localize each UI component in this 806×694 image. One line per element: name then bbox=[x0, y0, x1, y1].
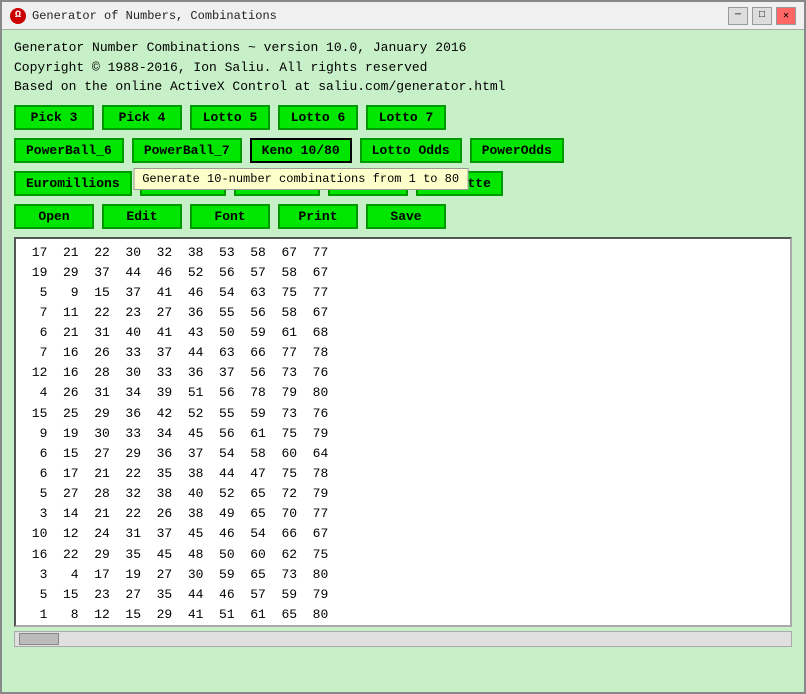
table-row: 6 15 27 29 36 37 54 58 60 64 bbox=[24, 444, 782, 464]
table-row: 17 21 22 30 32 38 53 58 67 77 bbox=[24, 243, 782, 263]
table-row: 12 16 28 30 33 36 37 56 73 76 bbox=[24, 363, 782, 383]
button-row-4: Open Edit Font Print Save bbox=[2, 200, 804, 233]
lotto-odds-button[interactable]: Lotto Odds bbox=[360, 138, 462, 163]
font-button[interactable]: Font bbox=[190, 204, 270, 229]
print-button[interactable]: Print bbox=[278, 204, 358, 229]
table-row: 5 27 28 32 38 40 52 65 72 79 bbox=[24, 484, 782, 504]
title-bar-buttons: ─ □ ✕ bbox=[728, 7, 796, 25]
table-row: 6 17 21 22 35 38 44 47 75 78 bbox=[24, 464, 782, 484]
save-button[interactable]: Save bbox=[366, 204, 446, 229]
table-row: 15 25 29 36 42 52 55 59 73 76 bbox=[24, 404, 782, 424]
header-line1: Generator Number Combinations ~ version … bbox=[14, 38, 792, 58]
powerball6-button[interactable]: PowerBall_6 bbox=[14, 138, 124, 163]
lotto6-button[interactable]: Lotto 6 bbox=[278, 105, 358, 130]
title-bar-left: Ω Generator of Numbers, Combinations bbox=[10, 8, 277, 24]
header-section: Generator Number Combinations ~ version … bbox=[2, 30, 804, 101]
data-area[interactable]: 17 21 22 30 32 38 53 58 67 77 19 29 37 4… bbox=[16, 239, 790, 625]
edit-button[interactable]: Edit bbox=[102, 204, 182, 229]
table-row: 4 26 31 34 39 51 56 78 79 80 bbox=[24, 383, 782, 403]
table-row: 7 16 26 33 37 44 63 66 77 78 bbox=[24, 343, 782, 363]
pick4-button[interactable]: Pick 4 bbox=[102, 105, 182, 130]
table-row: 5 15 23 27 35 44 46 57 59 79 bbox=[24, 585, 782, 605]
table-row: 3 14 21 22 26 38 49 65 70 77 bbox=[24, 504, 782, 524]
header-line2: Copyright © 1988-2016, Ion Saliu. All ri… bbox=[14, 58, 792, 78]
button-row-1: Pick 3 Pick 4 Lotto 5 Lotto 6 Lotto 7 bbox=[2, 101, 804, 134]
minimize-button[interactable]: ─ bbox=[728, 7, 748, 25]
table-row: 7 11 22 23 27 36 55 56 58 67 bbox=[24, 303, 782, 323]
pick3-button[interactable]: Pick 3 bbox=[14, 105, 94, 130]
window-title: Generator of Numbers, Combinations bbox=[32, 9, 277, 23]
app-icon: Ω bbox=[10, 8, 26, 24]
table-row: 19 29 37 44 46 52 56 57 58 67 bbox=[24, 263, 782, 283]
header-line3: Based on the online ActiveX Control at s… bbox=[14, 77, 792, 97]
keno-button[interactable]: Keno 10/80 bbox=[250, 138, 352, 163]
powerodds-button[interactable]: PowerOdds bbox=[470, 138, 564, 163]
horizontal-scrollbar-thumb[interactable] bbox=[19, 633, 59, 645]
keno-tooltip: Generate 10-number combinations from 1 t… bbox=[133, 168, 468, 190]
lotto5-button[interactable]: Lotto 5 bbox=[190, 105, 270, 130]
close-button[interactable]: ✕ bbox=[776, 7, 796, 25]
table-row: 6 21 31 40 41 43 50 59 61 68 bbox=[24, 323, 782, 343]
horizontal-scrollbar[interactable] bbox=[14, 631, 792, 647]
table-row: 3 4 17 19 27 30 59 65 73 80 bbox=[24, 565, 782, 585]
open-button[interactable]: Open bbox=[14, 204, 94, 229]
table-row: 16 22 29 35 45 48 50 60 62 75 bbox=[24, 545, 782, 565]
data-area-wrapper: 17 21 22 30 32 38 53 58 67 77 19 29 37 4… bbox=[14, 237, 792, 627]
keno-tooltip-container: Keno 10/80 Generate 10-number combinatio… bbox=[250, 138, 352, 163]
button-row-2: PowerBall_6 PowerBall_7 Keno 10/80 Gener… bbox=[2, 134, 804, 167]
title-bar: Ω Generator of Numbers, Combinations ─ □… bbox=[2, 2, 804, 30]
powerball7-button[interactable]: PowerBall_7 bbox=[132, 138, 242, 163]
table-row: 10 12 24 31 37 45 46 54 66 67 bbox=[24, 524, 782, 544]
lotto7-button[interactable]: Lotto 7 bbox=[366, 105, 446, 130]
euromillions-button[interactable]: Euromillions bbox=[14, 171, 132, 196]
table-row: 9 19 30 33 34 45 56 61 75 79 bbox=[24, 424, 782, 444]
table-row: 5 9 15 37 41 46 54 63 75 77 bbox=[24, 283, 782, 303]
maximize-button[interactable]: □ bbox=[752, 7, 772, 25]
table-row: 1 8 12 15 29 41 51 61 65 80 bbox=[24, 605, 782, 624]
